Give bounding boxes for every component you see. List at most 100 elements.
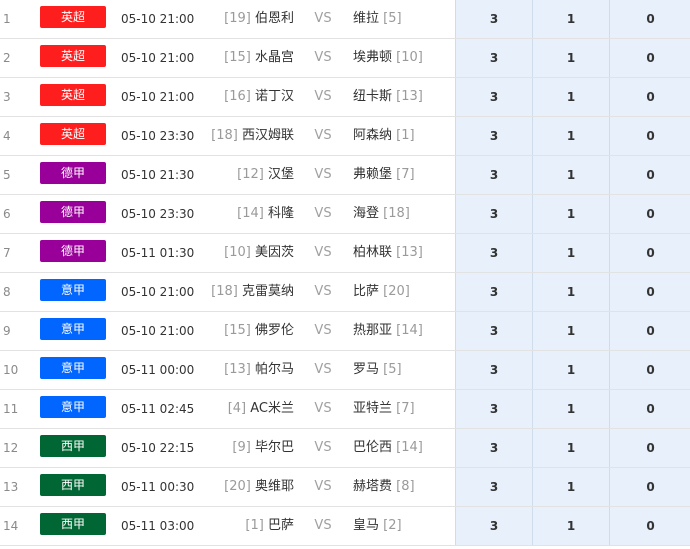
odds-lose-cell[interactable]: 0 — [609, 429, 690, 467]
league-badge[interactable]: 英超 — [40, 123, 106, 145]
odds-draw-cell[interactable]: 1 — [532, 195, 609, 233]
match-row[interactable]: 1 英超 05-10 21:00 [19] 伯恩利 VS 维拉 [5] 3 1 0 — [0, 0, 690, 39]
odds-win-cell[interactable]: 3 — [455, 390, 532, 428]
league-badge[interactable]: 英超 — [40, 45, 106, 67]
away-team[interactable]: 海登 [18] — [353, 195, 410, 233]
league-badge[interactable]: 西甲 — [40, 513, 106, 535]
odds-draw-cell[interactable]: 1 — [532, 156, 609, 194]
away-team[interactable]: 维拉 [5] — [353, 0, 402, 38]
match-row[interactable]: 10 意甲 05-11 00:00 [13] 帕尔马 VS 罗马 [5] 3 1 0 — [0, 351, 690, 390]
odds-win-cell[interactable]: 3 — [455, 78, 532, 116]
match-row[interactable]: 6 德甲 05-10 23:30 [14] 科隆 VS 海登 [18] 3 1 0 — [0, 195, 690, 234]
odds-draw-cell[interactable]: 1 — [532, 312, 609, 350]
home-team[interactable]: [20] 奥维耶 — [224, 468, 294, 506]
odds-lose-cell[interactable]: 0 — [609, 78, 690, 116]
odds-draw-cell[interactable]: 1 — [532, 273, 609, 311]
match-row[interactable]: 13 西甲 05-11 00:30 [20] 奥维耶 VS 赫塔费 [8] 3 1 0 — [0, 468, 690, 507]
away-team[interactable]: 热那亚 [14] — [353, 312, 423, 350]
home-team[interactable]: [15] 佛罗伦 — [224, 312, 294, 350]
odds-win-cell[interactable]: 3 — [455, 195, 532, 233]
home-team[interactable]: [16] 诺丁汉 — [224, 78, 294, 116]
odds-draw-cell[interactable]: 1 — [532, 234, 609, 272]
home-team[interactable]: [10] 美因茨 — [224, 234, 294, 272]
odds-lose-cell[interactable]: 0 — [609, 507, 690, 545]
odds-lose-cell[interactable]: 0 — [609, 117, 690, 155]
odds-win-cell[interactable]: 3 — [455, 234, 532, 272]
match-row[interactable]: 14 西甲 05-11 03:00 [1] 巴萨 VS 皇马 [2] 3 1 0 — [0, 507, 690, 546]
league-badge[interactable]: 意甲 — [40, 396, 106, 418]
away-team[interactable]: 比萨 [20] — [353, 273, 410, 311]
odds-win-cell[interactable]: 3 — [455, 156, 532, 194]
match-row[interactable]: 11 意甲 05-11 02:45 [4] AC米兰 VS 亚特兰 [7] 3 1 0 — [0, 390, 690, 429]
league-badge[interactable]: 英超 — [40, 84, 106, 106]
odds-draw-cell[interactable]: 1 — [532, 390, 609, 428]
odds-draw-cell[interactable]: 1 — [532, 78, 609, 116]
league-badge[interactable]: 意甲 — [40, 357, 106, 379]
odds-lose-cell[interactable]: 0 — [609, 234, 690, 272]
odds-win-cell[interactable]: 3 — [455, 351, 532, 389]
league-badge[interactable]: 英超 — [40, 6, 106, 28]
home-team[interactable]: [9] 毕尔巴 — [232, 429, 294, 467]
odds-win-cell[interactable]: 3 — [455, 273, 532, 311]
odds-win-cell[interactable]: 3 — [455, 0, 532, 38]
odds-draw-cell[interactable]: 1 — [532, 39, 609, 77]
odds-draw-cell[interactable]: 1 — [532, 429, 609, 467]
league-badge[interactable]: 德甲 — [40, 240, 106, 262]
match-row[interactable]: 4 英超 05-10 23:30 [18] 西汉姆联 VS 阿森纳 [1] 3 1 0 — [0, 117, 690, 156]
odds-lose-cell[interactable]: 0 — [609, 156, 690, 194]
odds-win-cell[interactable]: 3 — [455, 468, 532, 506]
league-badge[interactable]: 意甲 — [40, 318, 106, 340]
home-team-name: 奥维耶 — [254, 479, 294, 494]
odds-win-cell[interactable]: 3 — [455, 117, 532, 155]
away-team[interactable]: 埃弗顿 [10] — [353, 39, 423, 77]
odds-lose-cell[interactable]: 0 — [609, 468, 690, 506]
odds-draw-cell[interactable]: 1 — [532, 117, 609, 155]
odds-lose-cell[interactable]: 0 — [609, 351, 690, 389]
match-row[interactable]: 5 德甲 05-10 21:30 [12] 汉堡 VS 弗赖堡 [7] 3 1 0 — [0, 156, 690, 195]
odds-lose-cell[interactable]: 0 — [609, 390, 690, 428]
home-team[interactable]: [15] 水晶宫 — [224, 39, 294, 77]
odds-draw-cell[interactable]: 1 — [532, 468, 609, 506]
away-team[interactable]: 弗赖堡 [7] — [353, 156, 415, 194]
odds-win-cell[interactable]: 3 — [455, 312, 532, 350]
odds-lose-cell[interactable]: 0 — [609, 195, 690, 233]
away-team[interactable]: 皇马 [2] — [353, 507, 402, 545]
match-row[interactable]: 3 英超 05-10 21:00 [16] 诺丁汉 VS 纽卡斯 [13] 3 1 0 — [0, 78, 690, 117]
odds-win-cell[interactable]: 3 — [455, 39, 532, 77]
away-team[interactable]: 纽卡斯 [13] — [353, 78, 423, 116]
away-team[interactable]: 巴伦西 [14] — [353, 429, 423, 467]
home-team[interactable]: [1] 巴萨 — [245, 507, 294, 545]
league-badge[interactable]: 西甲 — [40, 435, 106, 457]
odds-win-cell[interactable]: 3 — [455, 429, 532, 467]
away-team[interactable]: 赫塔费 [8] — [353, 468, 415, 506]
match-row[interactable]: 9 意甲 05-10 21:00 [15] 佛罗伦 VS 热那亚 [14] 3 1 0 — [0, 312, 690, 351]
odds-draw-cell[interactable]: 1 — [532, 0, 609, 38]
match-row[interactable]: 7 德甲 05-11 01:30 [10] 美因茨 VS 柏林联 [13] 3 1 0 — [0, 234, 690, 273]
home-team[interactable]: [18] 西汉姆联 — [211, 117, 294, 155]
league-badge[interactable]: 意甲 — [40, 279, 106, 301]
league-badge[interactable]: 德甲 — [40, 201, 106, 223]
home-team[interactable]: [4] AC米兰 — [228, 390, 294, 428]
odds-draw-cell[interactable]: 1 — [532, 507, 609, 545]
league-badge[interactable]: 西甲 — [40, 474, 106, 496]
odds-lose-cell[interactable]: 0 — [609, 273, 690, 311]
away-team[interactable]: 阿森纳 [1] — [353, 117, 415, 155]
odds-lose-cell[interactable]: 0 — [609, 312, 690, 350]
home-team[interactable]: [13] 帕尔马 — [224, 351, 294, 389]
match-row[interactable]: 8 意甲 05-10 21:00 [18] 克雷莫纳 VS 比萨 [20] 3 1 0 — [0, 273, 690, 312]
away-team[interactable]: 亚特兰 [7] — [353, 390, 415, 428]
odds-lose-cell[interactable]: 0 — [609, 39, 690, 77]
odds-win-cell[interactable]: 3 — [455, 507, 532, 545]
home-team[interactable]: [12] 汉堡 — [237, 156, 294, 194]
odds-draw-cell[interactable]: 1 — [532, 351, 609, 389]
match-row[interactable]: 2 英超 05-10 21:00 [15] 水晶宫 VS 埃弗顿 [10] 3 1 0 — [0, 39, 690, 78]
match-row[interactable]: 12 西甲 05-10 22:15 [9] 毕尔巴 VS 巴伦西 [14] 3 1 0 — [0, 429, 690, 468]
home-team[interactable]: [14] 科隆 — [237, 195, 294, 233]
home-team[interactable]: [18] 克雷莫纳 — [211, 273, 294, 311]
away-team-name: 热那亚 — [353, 323, 393, 338]
league-badge[interactable]: 德甲 — [40, 162, 106, 184]
away-team[interactable]: 柏林联 [13] — [353, 234, 423, 272]
home-team[interactable]: [19] 伯恩利 — [224, 0, 294, 38]
away-team[interactable]: 罗马 [5] — [353, 351, 402, 389]
odds-lose-cell[interactable]: 0 — [609, 0, 690, 38]
